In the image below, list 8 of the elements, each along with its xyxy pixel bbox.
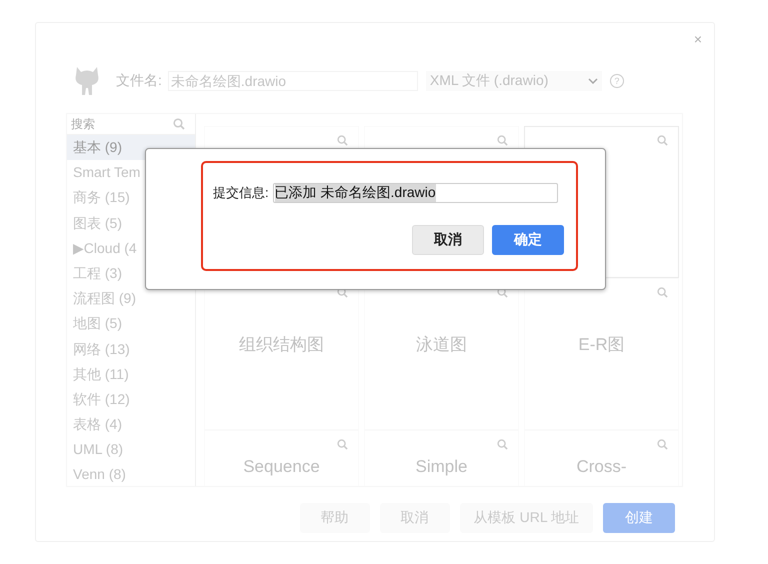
- template-label: Sequence: [243, 457, 320, 477]
- template-label: 组织结构图: [239, 334, 324, 356]
- template-label: 泳道图: [416, 334, 467, 356]
- filename-label: 文件名:: [116, 72, 162, 90]
- template-label: E-R图: [578, 334, 625, 356]
- commit-message-label: 提交信息:: [213, 184, 269, 202]
- template-label: Simple: [416, 457, 468, 477]
- template-label: Cross-: [576, 457, 627, 477]
